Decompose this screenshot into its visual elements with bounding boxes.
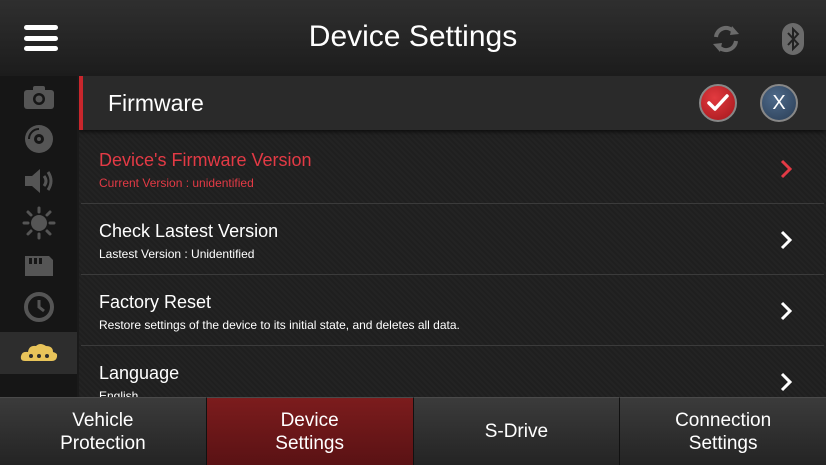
tab-label: Connection Settings (675, 409, 772, 454)
tab-connection-settings[interactable]: Connection Settings (620, 397, 826, 465)
settings-panel: Firmware X Device's Firmware Version Cur… (79, 76, 826, 397)
camera-icon (23, 86, 54, 109)
sd-card-icon (24, 256, 53, 276)
list-item-factory-reset[interactable]: Factory Reset Restore settings of the de… (81, 276, 824, 346)
tab-s-drive[interactable]: S-Drive (413, 397, 621, 465)
chevron-right-icon (780, 159, 792, 179)
sidebar-item-camera[interactable] (0, 76, 77, 118)
brightness-icon (22, 206, 55, 240)
disc-icon (24, 125, 53, 153)
sidebar-item-sound[interactable] (0, 160, 77, 202)
chevron-right-icon (780, 230, 792, 250)
row-title: Language (99, 363, 180, 383)
tab-label: Device Settings (275, 409, 344, 454)
sidebar-item-disc[interactable] (0, 118, 77, 160)
row-subtitle: Current Version : unidentified (99, 176, 254, 190)
confirm-button[interactable] (699, 84, 737, 122)
sidebar (0, 76, 77, 397)
list-item-language[interactable]: Language English (81, 347, 824, 397)
checkmark-icon (707, 94, 729, 111)
row-subtitle: English (99, 389, 139, 397)
cloud-icon (20, 344, 57, 361)
top-bar: Device Settings (0, 0, 826, 76)
sidebar-item-clock[interactable] (0, 286, 77, 328)
tab-label: Vehicle Protection (60, 409, 146, 454)
sidebar-item-cloud[interactable] (0, 332, 77, 374)
sync-icon[interactable] (709, 22, 743, 56)
list-item-check-version[interactable]: Check Lastest Version Lastest Version : … (81, 205, 824, 275)
tab-vehicle-protection[interactable]: Vehicle Protection (0, 397, 207, 465)
clock-icon (23, 292, 54, 322)
section-header: Firmware X (79, 76, 826, 130)
row-title: Factory Reset (99, 292, 212, 312)
chevron-right-icon (780, 372, 792, 392)
section-title: Firmware (108, 90, 204, 116)
sidebar-item-brightness[interactable] (0, 202, 77, 244)
tab-label: S-Drive (484, 421, 549, 442)
list-item-firmware-version[interactable]: Device's Firmware Version Current Versio… (81, 134, 824, 204)
bottom-tab-bar: Vehicle Protection Device Settings S-Dri… (0, 397, 826, 465)
page-title: Device Settings (308, 20, 518, 53)
chevron-right-icon (780, 301, 792, 321)
row-subtitle: Restore settings of the device to its in… (99, 318, 460, 332)
speaker-icon (24, 169, 52, 193)
row-title: Device's Firmware Version (99, 150, 312, 170)
row-title: Check Lastest Version (99, 221, 279, 241)
bluetooth-icon[interactable] (779, 22, 807, 56)
row-subtitle: Lastest Version : Unidentified (99, 247, 255, 261)
cancel-button[interactable]: X (760, 84, 798, 122)
sidebar-item-sd-card[interactable] (0, 244, 77, 286)
tab-device-settings[interactable]: Device Settings (206, 397, 414, 465)
